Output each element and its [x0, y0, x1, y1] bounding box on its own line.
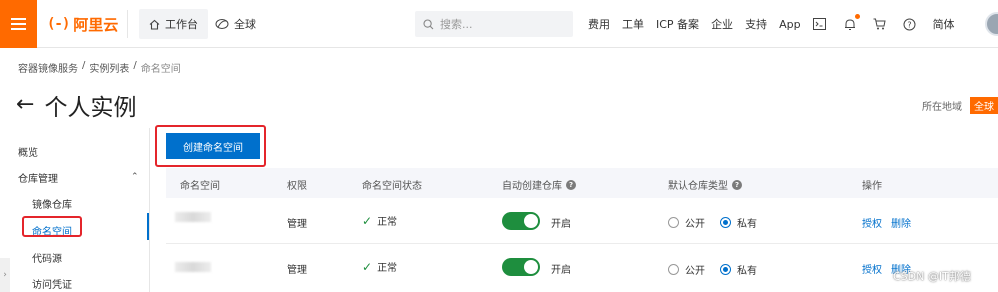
- watermark: CSDN @IT邦德: [893, 270, 971, 283]
- divider: [127, 10, 128, 38]
- help-icon[interactable]: ?: [732, 179, 742, 190]
- back-arrow-icon[interactable]: ←: [16, 94, 34, 116]
- aliyun-logo-icon: (-): [47, 16, 70, 32]
- region-indicator: 所在地域 全球: [922, 97, 998, 114]
- link-enterprise[interactable]: 企业: [711, 16, 733, 32]
- sidebar-item-code-source[interactable]: 代码源: [32, 250, 62, 265]
- column-status: 命名空间状态: [362, 181, 422, 192]
- cart-icon[interactable]: [873, 17, 887, 31]
- link-fees[interactable]: 费用: [588, 16, 610, 32]
- avatar[interactable]: [985, 12, 998, 36]
- radio-private[interactable]: 私有: [720, 215, 757, 230]
- hamburger-menu-icon[interactable]: [0, 0, 37, 48]
- radio-public[interactable]: 公开: [668, 215, 705, 230]
- highlight-box-create-button: [155, 125, 266, 167]
- radio-circle-checked[interactable]: [720, 264, 731, 275]
- column-default-type-label: 默认仓库类型: [668, 181, 728, 192]
- page-title: 个人实例: [44, 95, 137, 121]
- breadcrumb-separator: /: [133, 60, 137, 71]
- check-icon: ✓: [362, 213, 373, 228]
- aliyun-logo[interactable]: (-) 阿里云: [47, 13, 118, 35]
- workbench-label: 工作台: [165, 18, 198, 31]
- notification-dot: [854, 14, 860, 19]
- permission-cell: 管理: [287, 219, 307, 230]
- top-links: 费用 工单 ICP 备案 企业 支持 App ? 简体: [588, 0, 967, 48]
- active-indicator: [147, 213, 149, 240]
- radio-private-label: 私有: [737, 266, 757, 277]
- column-actions: 操作: [862, 181, 882, 192]
- link-app[interactable]: App: [779, 18, 801, 31]
- permission-cell: 管理: [287, 265, 307, 276]
- breadcrumb-current: 命名空间: [140, 64, 181, 75]
- sidebar-item-access-credentials[interactable]: 访问凭证: [32, 276, 72, 291]
- breadcrumb-item[interactable]: 容器镜像服务: [18, 60, 78, 75]
- auto-create-label: 开启: [551, 265, 571, 276]
- search-input[interactable]: [440, 17, 560, 31]
- status-cell: ✓ 正常: [362, 213, 398, 229]
- sidebar-collapse-chevron-icon[interactable]: ›: [0, 258, 10, 292]
- radio-public-label: 公开: [685, 219, 705, 230]
- sidebar-item-overview[interactable]: 概览: [18, 144, 38, 159]
- region-label: 所在地域: [922, 102, 962, 113]
- status-text: 正常: [377, 263, 398, 274]
- row-divider: [166, 243, 998, 244]
- breadcrumb-item[interactable]: 实例列表: [89, 60, 129, 75]
- radio-public[interactable]: 公开: [668, 262, 705, 277]
- top-navbar: (-) 阿里云 工作台 全球 费用 工单 ICP 备案 企业 支持 App ? …: [0, 0, 998, 48]
- radio-circle[interactable]: [668, 264, 679, 275]
- help-icon[interactable]: ?: [566, 179, 576, 190]
- column-namespace: 命名空间: [180, 181, 220, 192]
- radio-private[interactable]: 私有: [720, 262, 757, 277]
- column-default-type: 默认仓库类型?: [668, 177, 742, 192]
- namespace-name-redacted[interactable]: [175, 212, 211, 222]
- chevron-up-icon[interactable]: ⌃: [131, 172, 139, 182]
- language-switch[interactable]: 简体: [933, 16, 955, 32]
- auto-create-toggle[interactable]: [502, 258, 540, 276]
- authorize-link[interactable]: 授权: [862, 215, 882, 230]
- globe-icon: [215, 19, 229, 29]
- region-tag[interactable]: 全球: [970, 97, 998, 114]
- bell-icon[interactable]: [843, 14, 860, 31]
- delete-link[interactable]: 删除: [891, 215, 911, 230]
- page-header: ← 个人实例: [16, 89, 137, 122]
- sidebar-item-image-repos[interactable]: 镜像仓库: [32, 196, 72, 211]
- svg-text:?: ?: [907, 20, 911, 29]
- link-support[interactable]: 支持: [745, 16, 767, 32]
- global-region-button[interactable]: 全球: [215, 9, 256, 39]
- radio-public-label: 公开: [685, 266, 705, 277]
- search-box[interactable]: [415, 11, 573, 37]
- column-permission: 权限: [287, 181, 307, 192]
- workbench-button[interactable]: 工作台: [139, 9, 208, 39]
- home-icon: [149, 19, 160, 30]
- radio-circle[interactable]: [668, 217, 679, 228]
- breadcrumb: 容器镜像服务 / 实例列表 / 命名空间: [18, 60, 181, 75]
- status-cell: ✓ 正常: [362, 259, 398, 275]
- auto-create-toggle[interactable]: [502, 212, 540, 230]
- check-icon: ✓: [362, 259, 373, 274]
- namespace-name-redacted[interactable]: [175, 262, 211, 272]
- link-tickets[interactable]: 工单: [622, 16, 644, 32]
- highlight-box-namespace: [22, 216, 82, 237]
- actions-cell: 授权 删除: [862, 215, 920, 230]
- logo-text: 阿里云: [73, 15, 119, 34]
- search-icon: [423, 18, 434, 29]
- auto-create-label: 开启: [551, 219, 571, 230]
- radio-private-label: 私有: [737, 219, 757, 230]
- authorize-link[interactable]: 授权: [862, 261, 882, 276]
- sidebar-item-repo-management[interactable]: 仓库管理: [18, 170, 58, 185]
- help-icon[interactable]: ?: [903, 17, 917, 31]
- link-icp[interactable]: ICP 备案: [656, 16, 699, 32]
- column-auto-create-label: 自动创建仓库: [502, 181, 562, 192]
- terminal-icon[interactable]: [813, 17, 827, 31]
- status-text: 正常: [377, 217, 398, 228]
- breadcrumb-separator: /: [82, 60, 86, 71]
- global-label: 全球: [234, 18, 256, 31]
- radio-circle-checked[interactable]: [720, 217, 731, 228]
- column-auto-create: 自动创建仓库?: [502, 177, 576, 192]
